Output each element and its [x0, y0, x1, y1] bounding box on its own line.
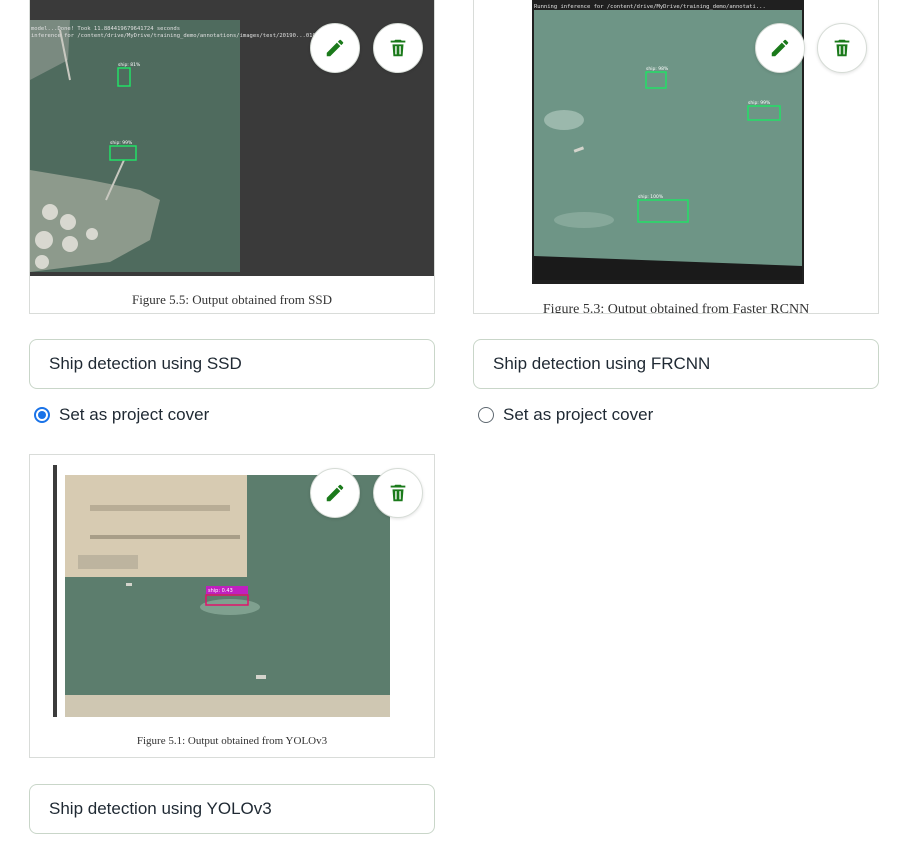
cover-radio[interactable]: [478, 407, 494, 423]
image-title-field[interactable]: Ship detection using YOLOv3: [29, 784, 435, 834]
figure-caption: Figure 5.1: Output obtained from YOLOv3: [136, 735, 328, 747]
figure-caption: Figure 5.3: Output obtained from Faster …: [542, 302, 810, 314]
trash-icon: [390, 484, 406, 502]
delete-button[interactable]: [373, 23, 423, 73]
detection-label: ship: 81%: [118, 62, 141, 68]
console-line: Running inference for /content/drive/MyD…: [534, 4, 766, 10]
console-line: inference for /content/drive/MyDrive/tra…: [31, 33, 356, 39]
image-title-field[interactable]: Ship detection using SSD: [29, 339, 435, 389]
cover-label: Set as project cover: [503, 405, 654, 424]
cover-radio[interactable]: [34, 407, 50, 423]
console-line: model...Done! Took 11.884419679641724 se…: [31, 26, 180, 32]
delete-button[interactable]: [817, 23, 867, 73]
trash-icon: [390, 39, 406, 57]
project-image-card: ship: 0.43 Figure 5.1: Output obtained f…: [29, 454, 435, 834]
edit-button[interactable]: [755, 23, 805, 73]
image-thumbnail[interactable]: model...Done! Took 11.884419679641724 se…: [29, 0, 435, 314]
project-cover-option[interactable]: Set as project cover: [478, 404, 653, 426]
image-title-field[interactable]: Ship detection using FRCNN: [473, 339, 879, 389]
detection-label: ship: 0.43: [208, 588, 233, 594]
cover-label: Set as project cover: [59, 405, 210, 424]
detection-label: ship: 100%: [638, 194, 664, 200]
image-thumbnail[interactable]: ship: 0.43 Figure 5.1: Output obtained f…: [29, 454, 435, 758]
trash-icon: [834, 39, 850, 57]
detection-label: ship: 99%: [748, 100, 771, 106]
edit-button[interactable]: [310, 468, 360, 518]
image-thumbnail[interactable]: Running inference for /content/drive/MyD…: [473, 0, 879, 314]
project-image-card: Running inference for /content/drive/MyD…: [473, 0, 879, 424]
project-cover-option[interactable]: Set as project cover: [34, 404, 209, 426]
detection-label: ship: 99%: [110, 140, 133, 146]
delete-button[interactable]: [373, 468, 423, 518]
edit-button[interactable]: [310, 23, 360, 73]
figure-caption: Figure 5.5: Output obtained from SSD: [131, 292, 333, 307]
pencil-icon: [771, 39, 789, 57]
pencil-icon: [326, 484, 344, 502]
detection-label: ship: 98%: [646, 66, 669, 72]
pencil-icon: [326, 39, 344, 57]
project-image-card: model...Done! Took 11.884419679641724 se…: [29, 0, 435, 424]
